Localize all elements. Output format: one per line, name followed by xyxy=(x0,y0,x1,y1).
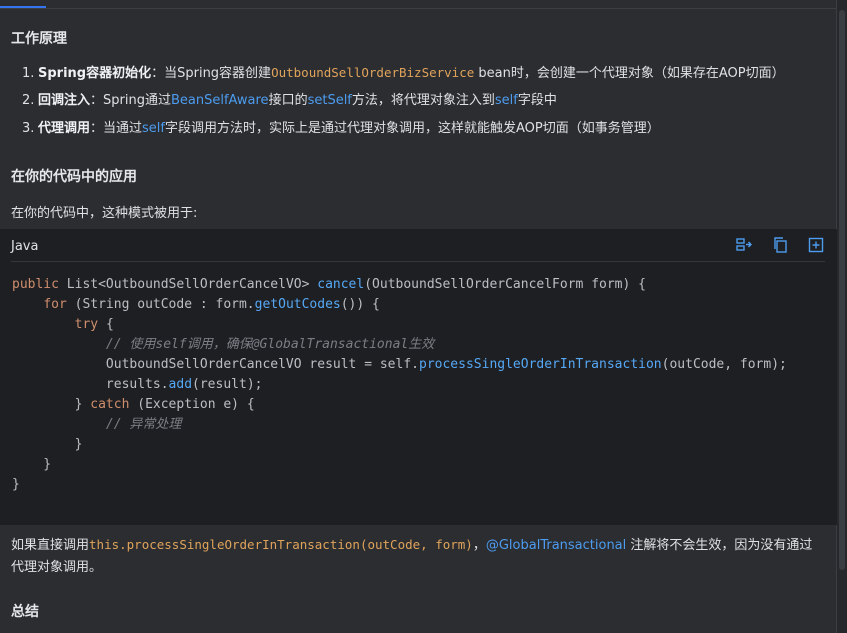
item-text: bean时，会创建一个代理对象（如果存在AOP切面） xyxy=(474,66,785,81)
inline-code: this.processSingleOrderInTransaction(out… xyxy=(89,537,473,552)
symbol-link[interactable]: self xyxy=(142,121,165,136)
code-toolbar xyxy=(735,236,825,254)
symbol-link[interactable]: self xyxy=(495,93,518,108)
code-token: (outCode, form); xyxy=(661,357,787,372)
vertical-scrollbar[interactable] xyxy=(836,0,847,633)
code-token: public xyxy=(12,277,67,292)
code-content: public List<OutboundSellOrderCancelVO> c… xyxy=(12,275,787,495)
code-token: getOutCodes xyxy=(254,297,341,312)
code-token: } xyxy=(12,457,52,472)
code-token: { xyxy=(105,317,114,332)
item-text: ：当通过 xyxy=(90,121,143,136)
heading-principle: 工作原理 xyxy=(11,31,67,47)
code-token: (Exception e) { xyxy=(137,397,255,412)
symbol-link[interactable]: @GlobalTransactional xyxy=(486,538,626,553)
item-text: ：当Spring容器创建 xyxy=(151,66,272,81)
item-text: 接口的 xyxy=(268,93,308,108)
code-token: ()) { xyxy=(340,297,380,312)
code-token: try xyxy=(74,317,106,332)
code-token: results. xyxy=(12,377,169,392)
insert-new-file-icon[interactable] xyxy=(807,236,825,254)
after-code-paragraph: 如果直接调用this.processSingleOrderInTransacti… xyxy=(11,534,821,579)
item-text: 字段调用方法时，实际上是通过代理对象调用，这样就能触发AOP切面（如事务管理） xyxy=(165,121,660,136)
code-comment: // 使用self调用，确保@GlobalTransactional生效 xyxy=(105,337,435,352)
symbol-link[interactable]: BeanSelfAware xyxy=(171,93,269,108)
code-token: } xyxy=(12,437,83,452)
list-item: 3. 代理调用：当通过self字段调用方法时，实际上是通过代理对象调用，这样就能触… xyxy=(22,120,785,148)
list-number: 3. xyxy=(22,121,35,136)
code-token: (OutboundSellOrderCancelForm form) { xyxy=(364,277,646,292)
item-bold: Spring容器初始化 xyxy=(38,66,152,81)
code-token: cancel xyxy=(317,277,365,292)
code-block: Java public List<OutboundSellOrderCancel… xyxy=(0,229,837,525)
inline-code: OutboundSellOrderBizService xyxy=(271,65,475,80)
item-bold: 代理调用 xyxy=(38,121,91,136)
list-item: 2. 回调注入：Spring通过BeanSelfAware接口的setSelf方法… xyxy=(22,92,785,120)
heading-application: 在你的代码中的应用 xyxy=(11,169,137,185)
code-token: List<OutboundSellOrderCancelVO> xyxy=(66,277,318,292)
intro-text: 在你的代码中，这种模式被用于: xyxy=(11,206,198,221)
principle-list: 1. Spring容器初始化：当Spring容器创建OutboundSellOrd… xyxy=(22,64,785,148)
item-text: 方法，将代理对象注入到 xyxy=(351,93,495,108)
copy-icon[interactable] xyxy=(771,236,789,254)
code-token: } xyxy=(12,397,91,412)
heading-summary: 总结 xyxy=(11,604,39,620)
code-token: (result); xyxy=(192,377,263,392)
code-token: OutboundSellOrderCancelVO result = self. xyxy=(12,357,419,372)
list-item: 1. Spring容器初始化：当Spring容器创建OutboundSellOrd… xyxy=(22,64,785,92)
symbol-link[interactable]: setSelf xyxy=(308,93,352,108)
item-bold: 回调注入 xyxy=(38,93,91,108)
item-text: ：Spring通过 xyxy=(90,93,171,108)
paragraph-text: ， xyxy=(472,538,486,553)
code-language-label: Java xyxy=(11,239,39,254)
code-token: for xyxy=(43,297,75,312)
code-token: add xyxy=(168,377,193,392)
code-token: catch xyxy=(90,397,138,412)
code-token: } xyxy=(12,477,20,492)
active-tab-indicator xyxy=(0,6,46,8)
code-comment: // 异常处理 xyxy=(105,417,182,432)
item-text: 字段中 xyxy=(517,93,557,108)
list-number: 2. xyxy=(22,93,35,108)
code-token: (String outCode : form. xyxy=(74,297,255,312)
scrollbar-thumb[interactable] xyxy=(839,10,845,570)
insert-left-icon[interactable] xyxy=(735,236,753,254)
code-header-divider xyxy=(11,261,825,262)
top-tab-bar xyxy=(0,0,837,9)
code-token: processSingleOrderInTransaction xyxy=(419,357,662,372)
list-number: 1. xyxy=(22,66,35,81)
paragraph-text: 如果直接调用 xyxy=(11,538,90,553)
